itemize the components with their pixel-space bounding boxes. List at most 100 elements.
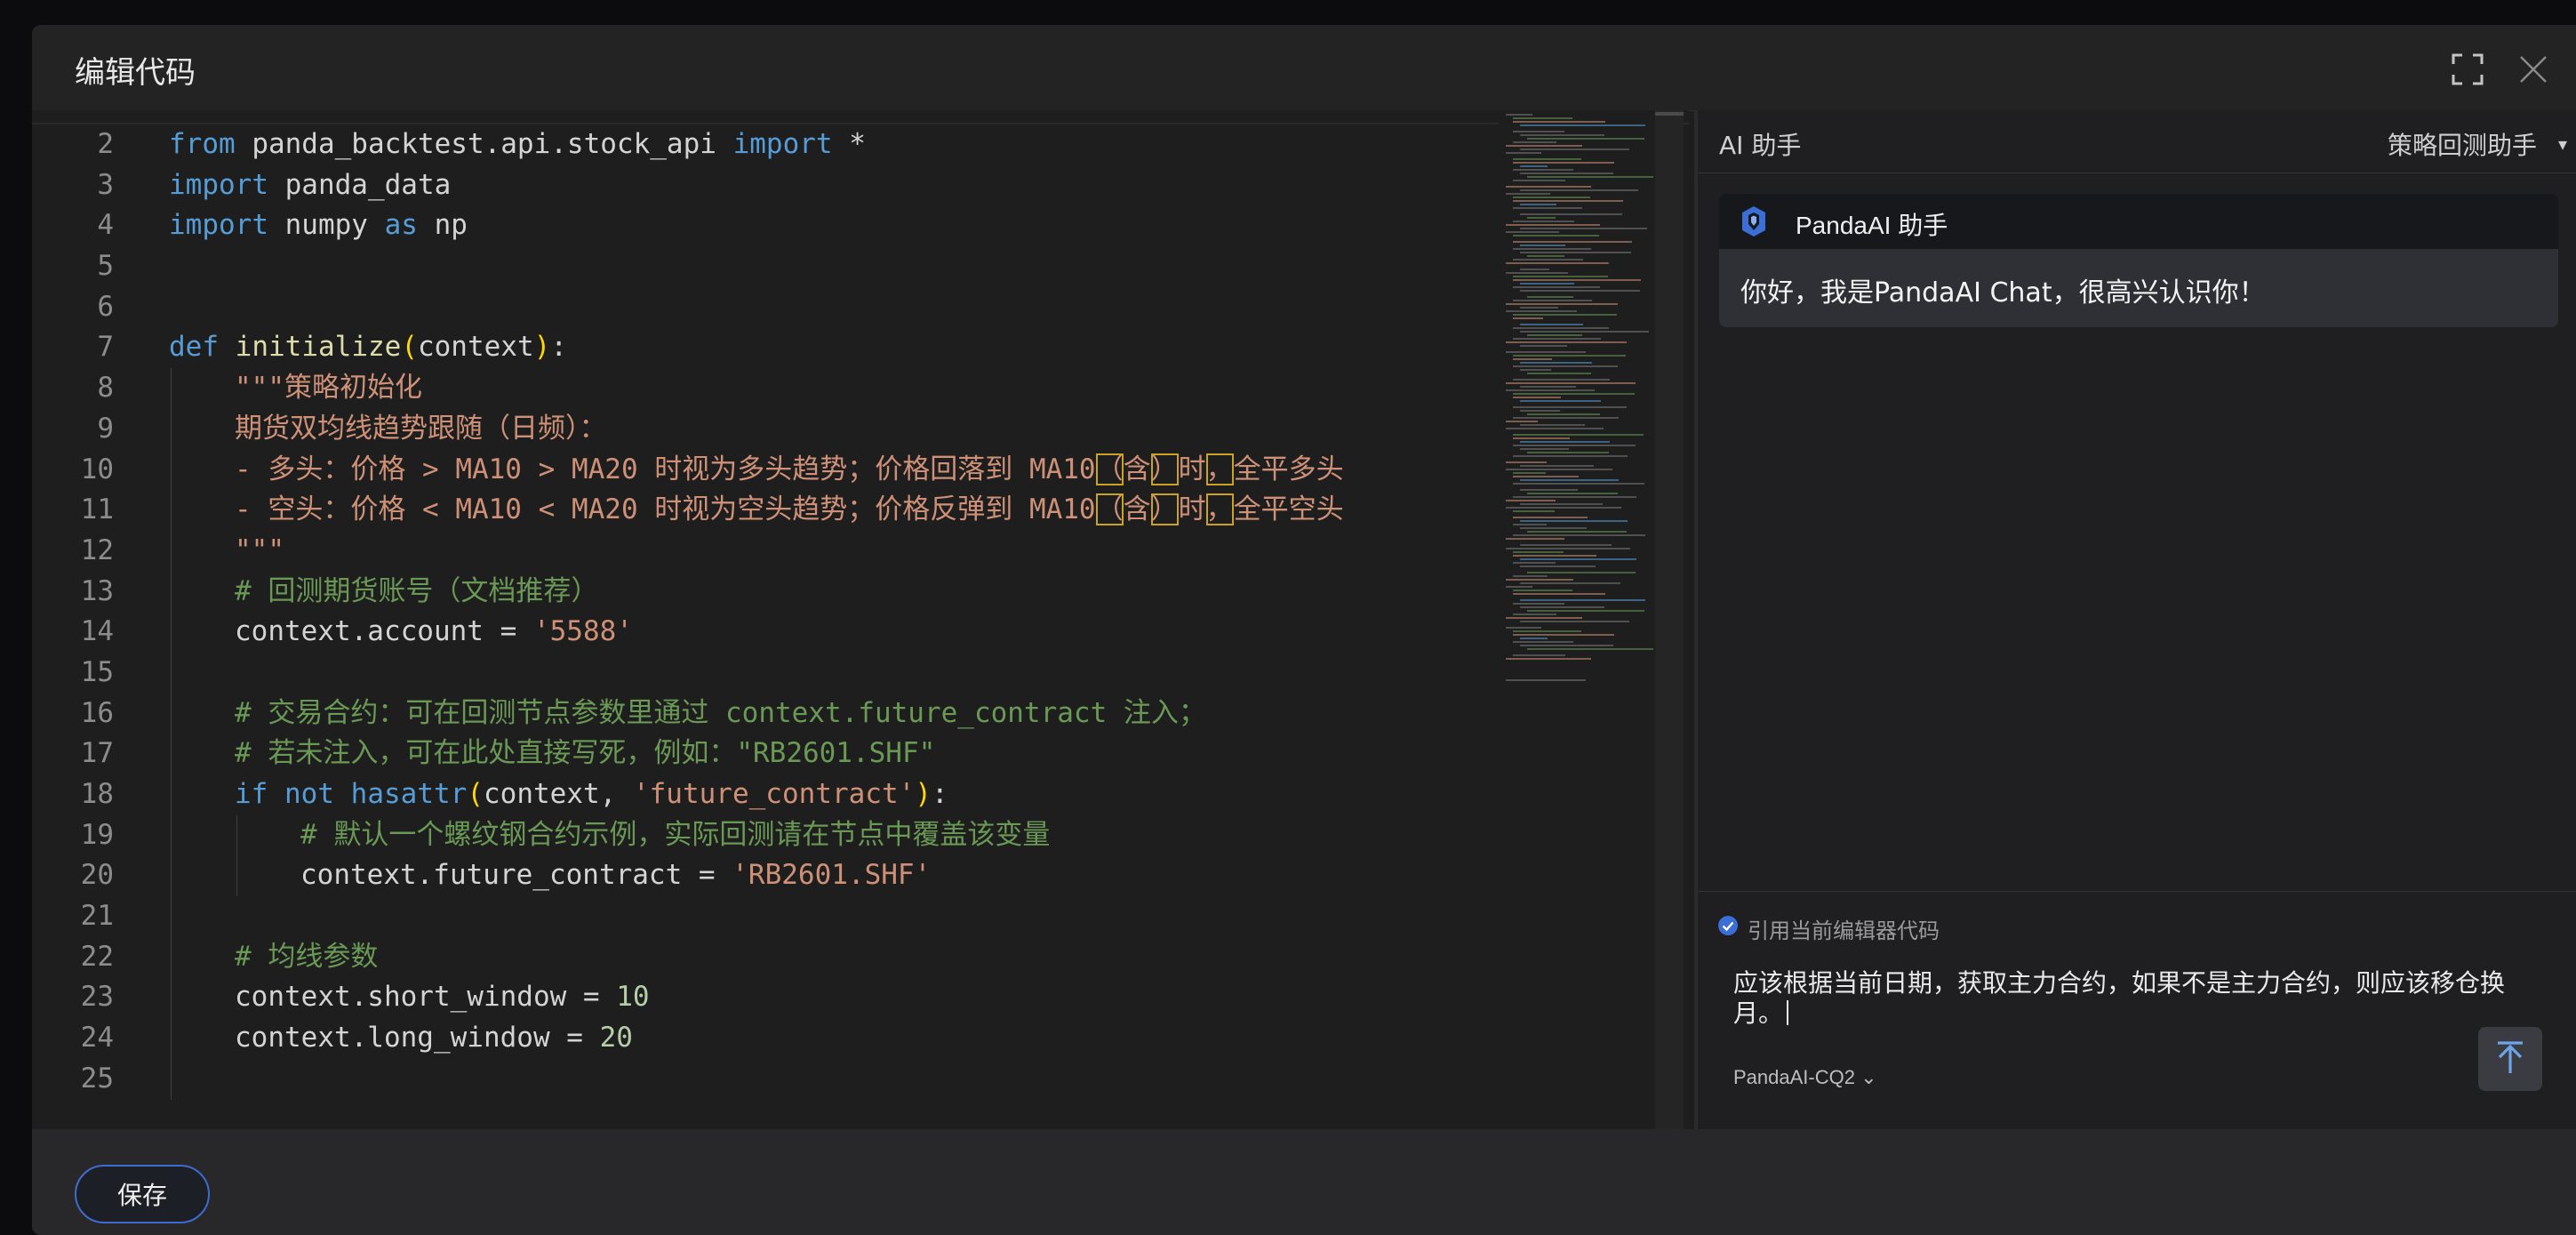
code-line[interactable]: 25 <box>32 1058 1499 1100</box>
code-lines[interactable]: 2 from panda_backtest.api.stock_api impor… <box>32 124 1499 1100</box>
code-token: ( <box>401 331 418 364</box>
minimap-line <box>1520 527 1587 529</box>
minimap-line <box>1513 472 1546 474</box>
code-line[interactable]: 15 <box>32 652 1499 694</box>
code-token: 20 <box>599 1022 633 1055</box>
minimap-line <box>1513 162 1614 164</box>
model-select[interactable]: PandaAI-CQ2 ⌄ <box>1733 1066 1877 1089</box>
minimap-line <box>1520 252 1631 253</box>
code-line[interactable]: 14 context.account = '5588' <box>32 612 1499 653</box>
code-line[interactable]: 24 context.long_window = 20 <box>32 1018 1499 1059</box>
code-token: def <box>169 331 219 364</box>
minimap-line <box>1520 283 1574 285</box>
code-line[interactable]: 10 - 多头：价格 > MA10 > MA20 时视为多头趋势；价格回落到 MA… <box>32 449 1499 491</box>
chevron-down-icon[interactable]: ▾ <box>2558 133 2567 155</box>
close-icon[interactable] <box>2516 52 2551 87</box>
minimap-line <box>1513 327 1609 329</box>
line-number: 7 <box>97 331 114 364</box>
assistant-mode-select[interactable]: 策略回测助手 <box>2388 126 2537 162</box>
code-line[interactable]: 16 # 交易合约：可在回测节点参数里通过 context.future_cont… <box>32 693 1499 734</box>
minimap-line <box>1513 476 1579 477</box>
code-line[interactable]: 11 - 空头：价格 < MA10 < MA20 时视为空头趋势；价格反弹到 MA… <box>32 490 1499 531</box>
code-line[interactable]: 17 # 若未注入，可在此处直接写死，例如："RB2601.SHF" <box>32 734 1499 774</box>
save-button[interactable]: 保存 <box>75 1165 210 1223</box>
code-line[interactable]: 6 <box>32 287 1499 328</box>
send-button[interactable] <box>2478 1027 2542 1091</box>
reference-code-label[interactable]: 引用当前编辑器代码 <box>1748 913 1940 944</box>
minimap-line <box>1520 503 1603 505</box>
minimap-line <box>1520 134 1604 136</box>
indent-guide <box>171 571 172 613</box>
code-line[interactable]: 5 <box>32 246 1499 287</box>
code-token: # 回测期货账号（文档推荐） <box>235 574 599 607</box>
minimap-line <box>1513 355 1626 357</box>
code-line[interactable]: 23 context.short_window = 10 <box>32 977 1499 1019</box>
reference-code-checkbox[interactable] <box>1717 915 1739 936</box>
code-text: import numpy as np <box>169 205 468 246</box>
minimap-line <box>1520 448 1569 450</box>
code-text: if not hasattr(context, 'future_contract… <box>235 774 948 815</box>
code-line[interactable]: 22 # 均线参数 <box>32 936 1499 978</box>
indent-guide <box>171 652 172 694</box>
minimap-line <box>1520 489 1578 491</box>
minimap-line <box>1527 572 1636 573</box>
editor-scroll-thumb[interactable] <box>1655 112 1684 116</box>
line-number: 2 <box>97 128 114 160</box>
modal-header: 编辑代码 <box>32 25 2576 111</box>
minimap-line <box>1506 145 1582 147</box>
ai-assistant-panel: AI 助手 策略回测助手 ▾ PandaAI 助手 你好，我是PandaAI C… <box>1694 110 2576 1130</box>
minimap-line <box>1520 124 1645 126</box>
code-token: panda_data <box>268 168 452 201</box>
minimap-line <box>1513 279 1641 281</box>
code-editor[interactable]: 2 from panda_backtest.api.stock_api impor… <box>32 110 1689 1129</box>
code-line[interactable]: 4 import numpy as np <box>32 205 1499 246</box>
code-token: 全平空头 <box>1233 493 1344 526</box>
minimap-line <box>1513 630 1581 632</box>
fullscreen-icon[interactable] <box>2450 52 2485 87</box>
code-line[interactable]: 20 context.future_contract = 'RB2601.SHF' <box>32 855 1499 897</box>
minimap-line <box>1513 180 1565 181</box>
minimap-line <box>1527 648 1653 650</box>
editor-scrollbar[interactable] <box>1655 110 1684 1129</box>
code-text: context.long_window = 20 <box>235 1018 633 1059</box>
minimap-line <box>1520 228 1647 229</box>
code-line[interactable]: 3 import panda_data <box>32 165 1499 206</box>
minimap-line <box>1513 300 1592 301</box>
code-line[interactable]: 18 if not hasattr(context, 'future_contra… <box>32 774 1499 815</box>
minimap-line <box>1520 424 1585 426</box>
minimap-line <box>1527 413 1600 415</box>
minimap-line <box>1506 389 1595 391</box>
code-line[interactable]: 2 from panda_backtest.api.stock_api impor… <box>32 124 1499 165</box>
assistant-message: PandaAI 助手 你好，我是PandaAI Chat，很高兴认识你！ <box>1719 194 2558 327</box>
minimap-line <box>1506 351 1586 353</box>
code-token: context.short_window = <box>235 981 617 1014</box>
code-token: 含 <box>1123 493 1151 526</box>
code-line[interactable]: 7 def initialize(context): <box>32 327 1499 368</box>
code-line[interactable]: 21 <box>32 896 1499 937</box>
line-number: 4 <box>97 209 114 242</box>
minimap-line <box>1520 645 1613 646</box>
message-sender: PandaAI 助手 <box>1796 212 1948 239</box>
code-line[interactable]: 12 """ <box>32 530 1499 572</box>
line-number: 14 <box>80 615 114 648</box>
code-line[interactable]: 19 # 默认一个螺纹钢合约示例，实际回测请在节点中覆盖该变量 <box>32 814 1499 856</box>
code-line[interactable]: 13 # 回测期货账号（文档推荐） <box>32 571 1499 613</box>
minimap-line <box>1513 589 1572 591</box>
minimap-line <box>1527 373 1591 374</box>
line-number: 9 <box>97 412 114 445</box>
code-token: hasattr <box>350 778 468 810</box>
minimap-line <box>1513 593 1605 595</box>
line-number: 8 <box>97 372 114 405</box>
code-line[interactable]: 9 期货双均线趋势跟随（日频）： <box>32 408 1499 450</box>
code-minimap[interactable] <box>1499 110 1676 1129</box>
code-token: """策略初始化 <box>235 372 422 405</box>
message-text: 你好，我是PandaAI Chat，很高兴认识你！ <box>1740 277 2266 309</box>
minimap-line <box>1520 369 1551 371</box>
chat-input[interactable]: 应该根据当前日期，获取主力合约，如果不是主力合约，则应该移仓换月。 <box>1733 968 2533 1048</box>
ai-header: AI 助手 策略回测助手 ▾ <box>1698 110 2576 173</box>
minimap-line <box>1520 441 1610 443</box>
minimap-line <box>1520 324 1583 325</box>
code-text: - 空头：价格 < MA10 < MA20 时视为空头趋势；价格反弹到 MA10… <box>235 490 1344 531</box>
code-token: not <box>284 778 334 810</box>
code-line[interactable]: 8 """策略初始化 <box>32 368 1499 409</box>
